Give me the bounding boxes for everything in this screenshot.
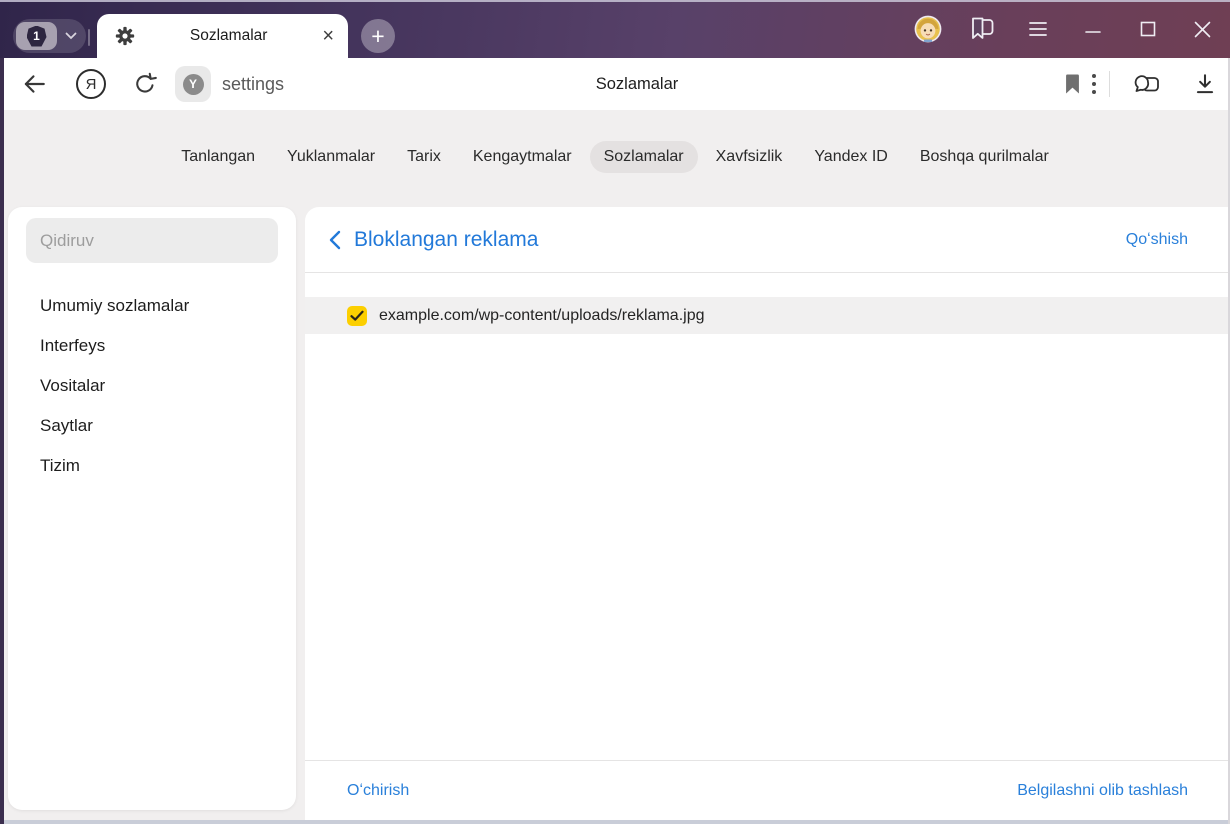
row-checkbox[interactable]: [347, 305, 367, 326]
add-link[interactable]: Qoʻshish: [1126, 231, 1188, 249]
blocked-ad-row[interactable]: example.com/wp-content/uploads/reklama.j…: [305, 297, 1228, 334]
main-footer: Oʻchirish Belgilashni olib tashlash: [305, 760, 1228, 820]
close-window-icon[interactable]: [1175, 0, 1230, 58]
toolbar: Я Y settings Sozlamalar: [0, 58, 1230, 110]
sidebar-item-vositalar[interactable]: Vositalar: [8, 366, 296, 406]
site-icon-letter: Y: [182, 73, 204, 95]
settings-nav-band: Tanlangan Yuklanmalar Tarix Kengaytmalar…: [0, 110, 1230, 207]
chevron-down-icon: [65, 32, 77, 40]
back-chevron-icon[interactable]: [329, 230, 341, 250]
nav-tab-tarix[interactable]: Tarix: [393, 141, 455, 173]
nav-tab-boshqa-qurilmalar[interactable]: Boshqa qurilmalar: [906, 141, 1063, 173]
active-tab[interactable]: Sozlamalar ×: [97, 14, 348, 58]
menu-icon[interactable]: [1010, 0, 1065, 58]
window-frame-bottom: [0, 820, 1230, 824]
tab-count-shield: 1: [26, 25, 47, 47]
clear-selection-link[interactable]: Belgilashni olib tashlash: [1017, 782, 1188, 800]
nav-tab-tanlangan[interactable]: Tanlangan: [167, 141, 269, 173]
back-icon[interactable]: [21, 71, 47, 97]
main-header: Bloklangan reklama Qoʻshish: [305, 207, 1228, 273]
tab-title: Sozlamalar: [189, 27, 268, 44]
sidebar-item-saytlar[interactable]: Saytlar: [8, 406, 296, 446]
bookmarks-panel-icon[interactable]: [955, 0, 1010, 58]
toolbar-right-controls: [1064, 58, 1218, 110]
nav-tab-yuklanmalar[interactable]: Yuklanmalar: [273, 141, 389, 173]
reload-icon[interactable]: [132, 71, 158, 97]
bookmark-icon[interactable]: [1064, 73, 1081, 95]
yandex-logo-icon[interactable]: Я: [76, 69, 106, 99]
gear-icon: [115, 26, 135, 46]
nav-tab-yandex-id[interactable]: Yandex ID: [800, 141, 902, 173]
sidebar-item-tizim[interactable]: Tizim: [8, 446, 296, 486]
new-tab-button[interactable]: +: [361, 19, 395, 53]
window-frame-left: [0, 58, 4, 824]
search-input[interactable]: [26, 218, 278, 263]
address-text[interactable]: settings: [222, 74, 284, 95]
tab-close-icon[interactable]: ×: [322, 26, 334, 46]
user-avatar[interactable]: [900, 0, 955, 58]
site-icon[interactable]: Y: [175, 66, 211, 102]
nav-tab-xavfsizlik[interactable]: Xavfsizlik: [702, 141, 797, 173]
sidebar-list: Umumiy sozlamalar Interfeys Vositalar Sa…: [8, 286, 296, 486]
sidebar-item-interfeys[interactable]: Interfeys: [8, 326, 296, 366]
kebab-menu-icon[interactable]: [1091, 72, 1097, 96]
nav-tab-kengaytmalar[interactable]: Kengaytmalar: [459, 141, 586, 173]
nav-tab-sozlamalar[interactable]: Sozlamalar: [589, 141, 698, 173]
tab-strip-divider: [88, 29, 90, 46]
toolbar-divider: [1109, 71, 1110, 97]
main-panel: Bloklangan reklama Qoʻshish example.com/…: [305, 207, 1228, 820]
settings-nav-tabs: Tanlangan Yuklanmalar Tarix Kengaytmalar…: [0, 110, 1230, 173]
download-icon[interactable]: [1192, 71, 1218, 97]
settings-sidebar: Umumiy sozlamalar Interfeys Vositalar Sa…: [8, 207, 296, 810]
blocked-ad-url: example.com/wp-content/uploads/reklama.j…: [379, 306, 705, 324]
page-heading[interactable]: Bloklangan reklama: [354, 228, 538, 252]
sidebar-item-umumiy-sozlamalar[interactable]: Umumiy sozlamalar: [8, 286, 296, 326]
maximize-icon[interactable]: [1120, 0, 1175, 58]
window-chrome: 1 Sozlamalar × +: [0, 0, 1230, 58]
panels-icon[interactable]: [1132, 71, 1162, 97]
minimize-icon[interactable]: [1065, 0, 1120, 58]
tab-counter-badge: 1: [16, 22, 57, 50]
chrome-right-controls: [900, 0, 1230, 58]
tab-counter-button[interactable]: 1: [13, 19, 86, 53]
delete-link[interactable]: Oʻchirish: [347, 782, 409, 800]
